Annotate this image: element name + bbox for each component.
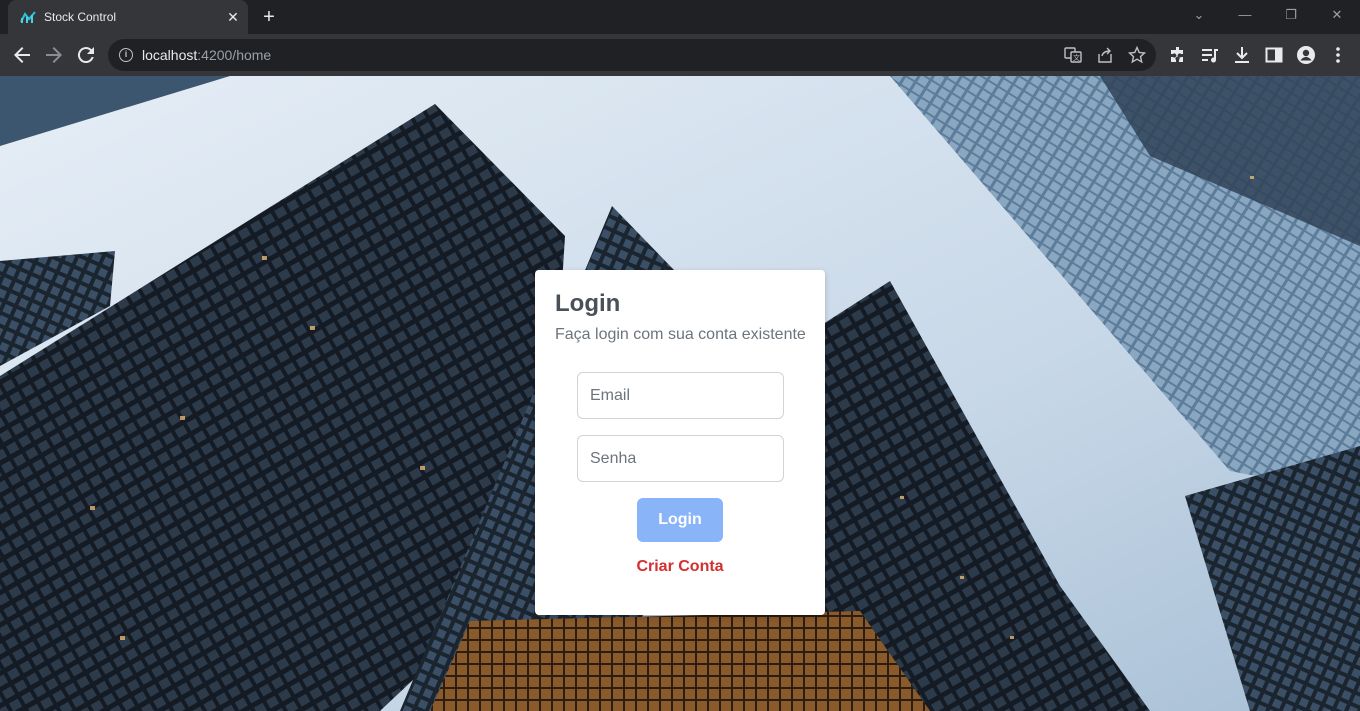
translate-icon[interactable]: 文 xyxy=(1064,46,1082,64)
login-subtitle: Faça login com sua conta existente xyxy=(555,326,806,343)
new-tab-icon[interactable]: + xyxy=(258,6,280,28)
tab-search-icon[interactable]: ⌄ xyxy=(1186,4,1212,26)
bookmark-star-icon[interactable] xyxy=(1128,46,1146,64)
reload-icon[interactable] xyxy=(74,43,98,67)
login-card: Login Faça login com sua conta existente… xyxy=(535,270,825,615)
email-input[interactable] xyxy=(577,372,784,419)
address-bar[interactable]: i localhost:4200/home 文 xyxy=(108,39,1156,71)
password-input[interactable] xyxy=(577,435,784,482)
download-icon[interactable] xyxy=(1232,45,1252,65)
url-text[interactable]: localhost:4200/home xyxy=(142,47,271,63)
login-button[interactable]: Login xyxy=(637,498,723,542)
svg-text:文: 文 xyxy=(1073,53,1080,62)
site-info-icon[interactable]: i xyxy=(119,48,133,62)
tab-close-icon[interactable]: ✕ xyxy=(224,8,242,26)
minimize-icon[interactable]: — xyxy=(1232,4,1258,26)
restore-icon[interactable]: ❐ xyxy=(1278,4,1304,26)
login-title: Login xyxy=(555,290,621,317)
window-close-icon[interactable]: ✕ xyxy=(1324,4,1350,26)
browser-tab[interactable]: Stock Control ✕ xyxy=(8,0,248,34)
chart-favicon-icon xyxy=(20,11,36,23)
media-queue-icon[interactable] xyxy=(1200,45,1220,65)
create-account-link[interactable]: Criar Conta xyxy=(535,558,825,576)
extensions-icon[interactable] xyxy=(1168,45,1188,65)
profile-avatar-icon[interactable] xyxy=(1296,45,1316,65)
browser-toolbar: i localhost:4200/home 文 xyxy=(0,34,1360,76)
tab-title: Stock Control xyxy=(44,10,117,24)
back-icon[interactable] xyxy=(10,43,34,67)
page-viewport: Login Faça login com sua conta existente… xyxy=(0,76,1360,711)
share-icon[interactable] xyxy=(1096,46,1114,64)
forward-icon[interactable] xyxy=(42,43,66,67)
browser-menu-icon[interactable] xyxy=(1328,45,1348,65)
tab-strip: Stock Control ✕ + ⌄ — ❐ ✕ xyxy=(0,0,1360,34)
side-panel-icon[interactable] xyxy=(1264,45,1284,65)
